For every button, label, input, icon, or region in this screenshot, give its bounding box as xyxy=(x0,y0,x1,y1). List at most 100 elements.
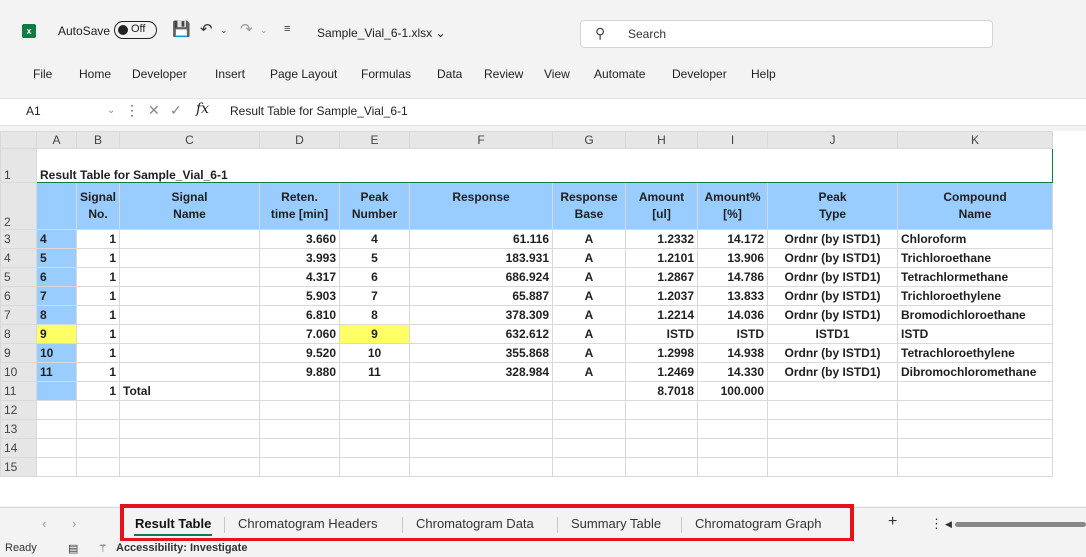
table-cell[interactable] xyxy=(409,438,554,458)
table-cell[interactable]: 11 xyxy=(36,362,77,382)
table-cell[interactable] xyxy=(552,381,627,401)
table-cell[interactable]: A xyxy=(552,324,627,344)
table-cell[interactable]: 1 xyxy=(75,286,121,306)
table-cell[interactable]: 3.993 xyxy=(259,248,341,268)
table-cell[interactable]: 14.172 xyxy=(697,229,769,249)
table-cell[interactable]: Ordnr (by ISTD1) xyxy=(767,286,899,306)
table-cell[interactable] xyxy=(259,381,341,401)
table-cell[interactable]: Ordnr (by ISTD1) xyxy=(767,267,899,287)
table-cell[interactable] xyxy=(339,381,411,401)
table-cell[interactable]: A xyxy=(552,286,627,306)
table-cell[interactable]: A xyxy=(552,362,627,382)
table-cell[interactable] xyxy=(552,457,627,477)
table-cell[interactable]: Chloroform xyxy=(897,229,1054,249)
table-cell[interactable] xyxy=(119,362,261,382)
header-amount[interactable]: Amount [ul] xyxy=(625,182,699,230)
table-cell[interactable]: 9.880 xyxy=(259,362,341,382)
table-cell[interactable] xyxy=(767,400,899,420)
table-cell[interactable]: 13.833 xyxy=(697,286,769,306)
table-cell[interactable] xyxy=(119,419,261,439)
header-compound-name[interactable]: Compound Name xyxy=(897,182,1054,230)
enter-icon[interactable]: ✓ xyxy=(170,102,182,119)
redo-dropdown-icon[interactable]: ⌄ xyxy=(260,25,268,36)
table-cell[interactable]: Ordnr (by ISTD1) xyxy=(767,343,899,363)
accessibility-icon[interactable]: ⚚ xyxy=(98,542,108,555)
table-cell[interactable]: 1 xyxy=(75,305,121,325)
row-header-14[interactable]: 14 xyxy=(0,438,37,458)
menu-view[interactable]: View xyxy=(544,67,570,81)
table-cell[interactable] xyxy=(75,419,121,439)
customize-toolbar-icon[interactable]: ≡ xyxy=(284,23,290,35)
table-cell[interactable] xyxy=(75,457,121,477)
menu-data[interactable]: Data xyxy=(437,67,462,81)
row-header-7[interactable]: 7 xyxy=(0,305,37,325)
table-cell[interactable]: Tetrachloroethylene xyxy=(897,343,1054,363)
table-cell[interactable] xyxy=(767,419,899,439)
search-box[interactable]: ⚲ Search xyxy=(580,20,993,48)
table-cell[interactable]: 1.2998 xyxy=(625,343,699,363)
table-cell[interactable]: 14.330 xyxy=(697,362,769,382)
table-cell[interactable]: 14.036 xyxy=(697,305,769,325)
table-cell[interactable] xyxy=(897,419,1054,439)
column-header-a[interactable]: A xyxy=(36,131,77,149)
table-cell[interactable]: 183.931 xyxy=(409,248,554,268)
table-cell[interactable]: 1.2332 xyxy=(625,229,699,249)
table-cell[interactable]: 686.924 xyxy=(409,267,554,287)
table-cell[interactable] xyxy=(552,419,627,439)
table-cell[interactable] xyxy=(625,419,699,439)
table-cell[interactable] xyxy=(75,400,121,420)
table-cell[interactable]: 14.938 xyxy=(697,343,769,363)
table-cell[interactable]: 8.7018 xyxy=(625,381,699,401)
table-cell[interactable] xyxy=(552,400,627,420)
column-header-g[interactable]: G xyxy=(552,131,627,149)
table-cell[interactable]: 6 xyxy=(36,267,77,287)
table-cell[interactable] xyxy=(119,343,261,363)
table-cell[interactable] xyxy=(897,381,1054,401)
table-cell[interactable]: Tetrachlormethane xyxy=(897,267,1054,287)
table-cell[interactable] xyxy=(897,438,1054,458)
table-cell[interactable] xyxy=(36,419,77,439)
row-header-6[interactable]: 6 xyxy=(0,286,37,306)
table-cell[interactable] xyxy=(119,438,261,458)
menu-formulas[interactable]: Formulas xyxy=(361,67,411,81)
menu-review[interactable]: Review xyxy=(484,67,523,81)
header-response-base[interactable]: Response Base xyxy=(552,182,627,230)
scroll-left-icon[interactable]: ◀ xyxy=(945,519,952,530)
table-cell[interactable] xyxy=(36,381,77,401)
row-header-3[interactable]: 3 xyxy=(0,229,37,249)
table-cell[interactable]: ISTD xyxy=(697,324,769,344)
worksheet-grid[interactable]: A B C D E F G H I J K 1 Result Table for… xyxy=(0,131,1086,506)
table-cell[interactable]: 3.660 xyxy=(259,229,341,249)
table-cell[interactable]: 14.786 xyxy=(697,267,769,287)
table-cell[interactable] xyxy=(897,400,1054,420)
table-cell[interactable]: A xyxy=(552,248,627,268)
scroll-tabs-left-icon[interactable]: ‹ xyxy=(42,516,46,531)
scroll-tabs-right-icon[interactable]: › xyxy=(72,516,76,531)
column-header-i[interactable]: I xyxy=(697,131,769,149)
table-cell[interactable]: 8 xyxy=(339,305,411,325)
table-cell[interactable]: 1 xyxy=(75,343,121,363)
table-cell[interactable]: 4 xyxy=(339,229,411,249)
table-cell[interactable]: 1 xyxy=(75,381,121,401)
table-cell[interactable]: 6.810 xyxy=(259,305,341,325)
undo-icon[interactable]: ↶ xyxy=(200,20,213,38)
table-cell[interactable]: 1.2101 xyxy=(625,248,699,268)
insert-function-icon[interactable]: fx xyxy=(196,101,209,117)
table-cell[interactable]: Ordnr (by ISTD1) xyxy=(767,305,899,325)
table-cell[interactable]: 7 xyxy=(339,286,411,306)
column-header-d[interactable]: D xyxy=(259,131,341,149)
table-cell[interactable] xyxy=(259,457,341,477)
table-cell[interactable] xyxy=(36,400,77,420)
table-cell[interactable] xyxy=(409,400,554,420)
table-cell[interactable] xyxy=(409,381,554,401)
header-cell-a[interactable] xyxy=(36,182,77,230)
redo-icon[interactable]: ↷ xyxy=(240,20,253,38)
table-cell[interactable]: 5 xyxy=(36,248,77,268)
row-header-13[interactable]: 13 xyxy=(0,419,37,439)
table-cell[interactable]: A xyxy=(552,343,627,363)
column-header-e[interactable]: E xyxy=(339,131,411,149)
header-signal-name[interactable]: Signal Name xyxy=(119,182,261,230)
table-cell[interactable]: A xyxy=(552,305,627,325)
select-all-corner[interactable] xyxy=(0,131,37,149)
table-cell[interactable]: 1 xyxy=(75,248,121,268)
